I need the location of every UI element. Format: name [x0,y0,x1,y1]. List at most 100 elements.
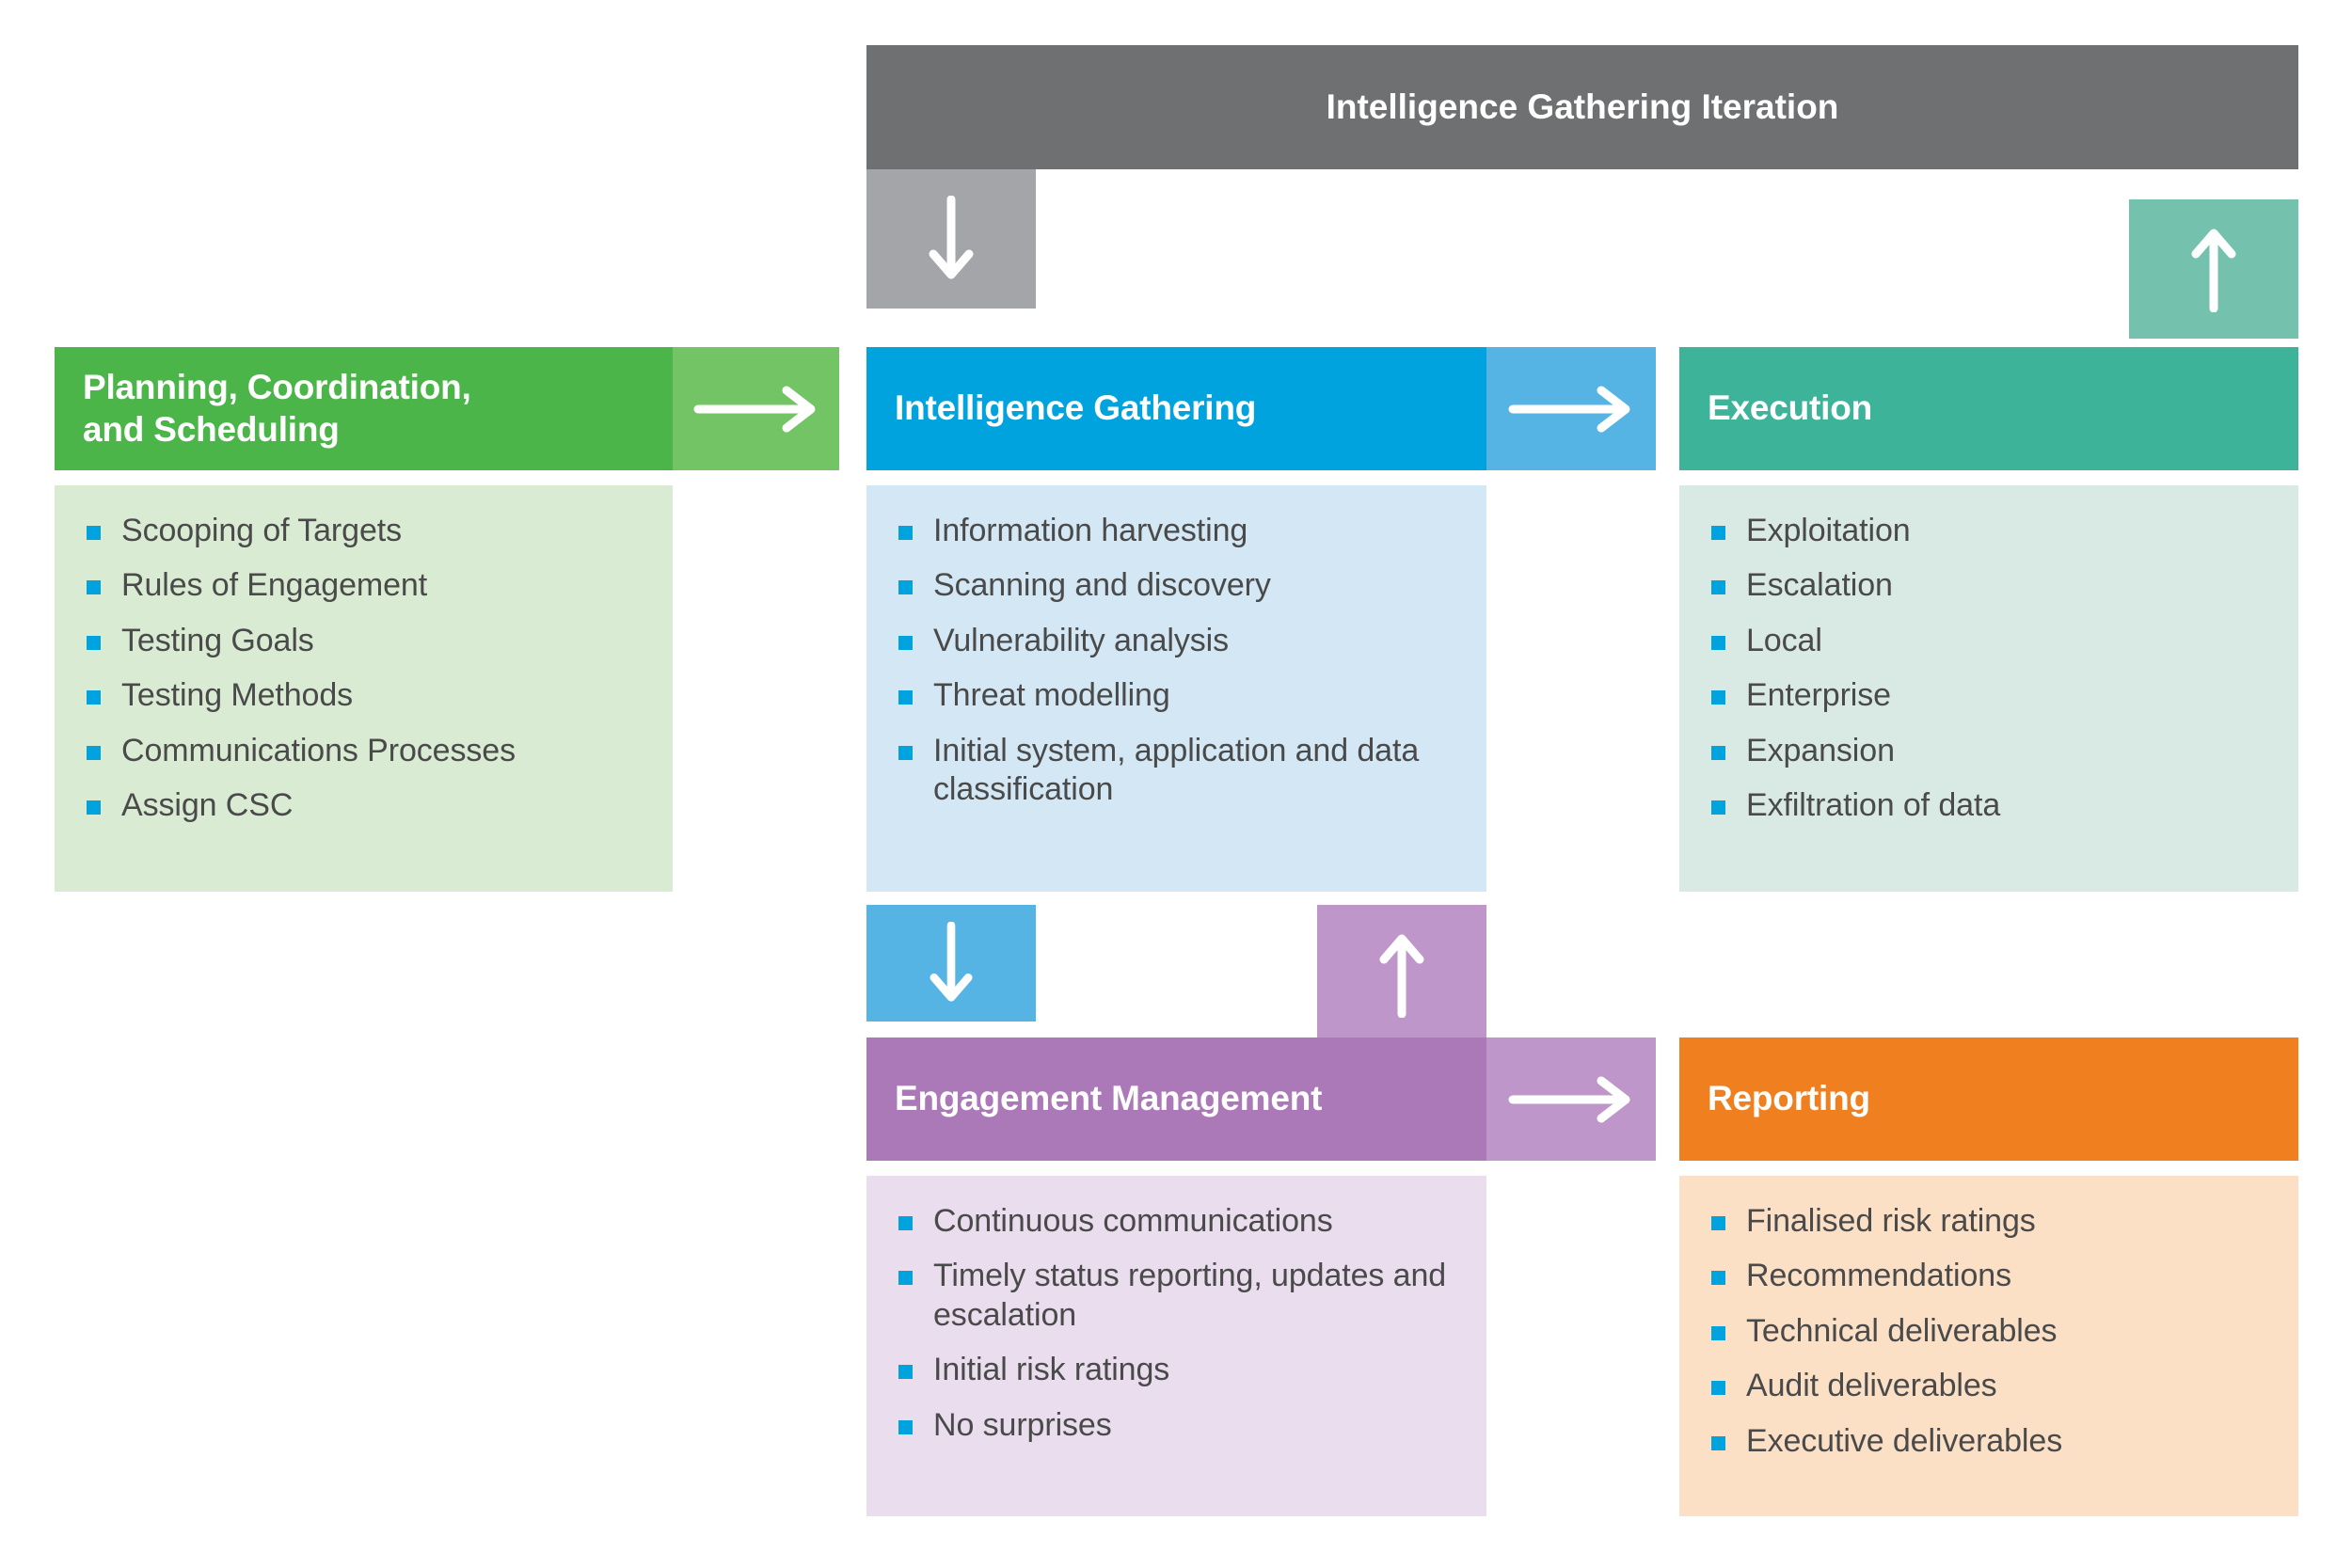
bullet-square-icon [898,745,913,760]
arrow-down-icon [930,922,973,1002]
connector-blue-down [866,905,1036,1022]
arrow-right-icon [1508,386,1630,432]
phase-header-engagement-management: Engagement Management [866,1037,1486,1161]
bullet-square-icon [87,800,101,816]
list-item-label: Vulnerability analysis [933,622,1230,658]
bullet-square-icon [898,580,913,595]
list-item-label: Executive deliverables [1746,1422,2063,1459]
list-item: Technical deliverables [1711,1312,2274,1351]
list-item-label: Escalation [1746,567,1893,604]
list-item: Local [1711,622,2274,660]
list-item: Audit deliverables [1711,1367,2274,1405]
list-item: Exploitation [1711,512,2274,550]
list-item-label: Audit deliverables [1746,1368,1997,1404]
phase-body-execution: Exploitation Escalation Local Enterprise Exp… [1679,485,2298,892]
bullet-square-icon [1711,526,1725,540]
list-item-label: Information harvesting [933,513,1248,548]
phase-arrow-intelligence-gathering [1486,347,1656,470]
phase-header-planning: Planning, Coordination, and Scheduling [55,347,673,470]
phase-header-intelligence-gathering: Intelligence Gathering [866,347,1486,470]
list-item: Rules of Engagement [87,566,648,605]
bullet-square-icon [1711,690,1725,705]
bullet-square-icon [1711,1271,1725,1286]
list-item-label: Technical deliverables [1746,1312,2058,1349]
phase-body-reporting: Finalised risk ratings Recommendations Tec… [1679,1176,2298,1516]
phase-arrow-planning [673,347,839,470]
bullet-square-icon [87,745,101,760]
phase-title-engagement-management: Engagement Management [895,1079,1323,1118]
list-item-label: Local [1746,622,1822,658]
bullet-square-icon [87,580,101,595]
list-item-label: No surprises [933,1406,1112,1443]
phase-arrow-engagement-management [1486,1037,1656,1161]
list-item: Expansion [1711,732,2274,770]
phase-title-intelligence-gathering: Intelligence Gathering [895,388,1257,428]
bullet-square-icon [1711,800,1725,816]
list-item: No surprises [898,1406,1462,1445]
list-item: Information harvesting [898,512,1462,550]
connector-grey-down [866,169,1036,309]
arrow-right-icon [1508,1076,1630,1122]
list-item: Timely status reporting, updates and esc… [898,1257,1462,1335]
bullet-square-icon [1711,745,1725,760]
bullet-square-icon [898,635,913,650]
list-item: Vulnerability analysis [898,622,1462,660]
bullet-square-icon [898,1365,913,1380]
list-item: Communications Processes [87,732,648,770]
list-item: Continuous communications [898,1202,1462,1241]
list-item: Escalation [1711,566,2274,605]
bullet-square-icon [1711,1325,1725,1340]
phase-header-reporting: Reporting [1679,1037,2298,1161]
phase-body-planning: Scooping of Targets Rules of Engagement Te… [55,485,673,892]
connector-teal-up [2129,199,2298,339]
list-item-label: Expansion [1746,732,1895,768]
arrow-up-icon [1379,934,1424,1018]
bullet-square-icon [1711,580,1725,595]
list-item-label: Scanning and discovery [933,567,1271,604]
list-item-label: Testing Methods [121,677,354,714]
list-item-label: Threat modelling [933,677,1170,714]
list-item-label: Recommendations [1746,1258,2011,1294]
list-item: Threat modelling [898,676,1462,715]
phase-body-intelligence-gathering: Information harvesting Scanning and disco… [866,485,1486,892]
list-item-label: Initial risk ratings [933,1352,1170,1388]
phase-title-planning: Planning, Coordination, and Scheduling [83,368,471,449]
arrow-down-icon [929,196,974,279]
arrow-up-icon [2191,229,2236,312]
list-item-label: Enterprise [1746,677,1891,714]
list-item-label: Initial system, application and data cla… [933,732,1420,808]
diagram-canvas: Intelligence Gathering Iteration Plannin… [0,0,2352,1568]
list-item-label: Scooping of Targets [121,513,403,548]
list-item-label: Continuous communications [933,1203,1333,1239]
list-item-label: Exfiltration of data [1746,787,2001,824]
list-item-label: Timely status reporting, updates and esc… [933,1258,1447,1333]
bullet-square-icon [898,1216,913,1230]
bullet-square-icon [898,1271,913,1286]
list-item: Finalised risk ratings [1711,1202,2274,1241]
list-item-label: Assign CSC [121,787,294,824]
list-item: Recommendations [1711,1257,2274,1295]
phase-title-execution: Execution [1708,388,1873,428]
bullet-square-icon [1711,1381,1725,1396]
bullet-square-icon [898,1419,913,1434]
phase-title-reporting: Reporting [1708,1079,1870,1118]
iteration-banner: Intelligence Gathering Iteration [866,45,2298,169]
arrow-right-icon [693,386,815,432]
list-item: Assign CSC [87,786,648,825]
list-item: Testing Methods [87,676,648,715]
list-item: Initial risk ratings [898,1351,1462,1389]
list-item-label: Testing Goals [121,622,314,658]
phase-body-engagement-management: Continuous communications Timely status r… [866,1176,1486,1516]
list-item: Scooping of Targets [87,512,648,550]
bullet-square-icon [87,690,101,705]
bullet-square-icon [898,526,913,540]
list-item-label: Communications Processes [121,732,516,768]
bullet-square-icon [87,526,101,540]
bullet-square-icon [1711,1435,1725,1450]
list-item-label: Finalised risk ratings [1746,1203,2036,1239]
list-item: Executive deliverables [1711,1422,2274,1461]
list-item: Exfiltration of data [1711,786,2274,825]
phase-header-execution: Execution [1679,347,2298,470]
list-item-label: Exploitation [1746,513,1911,548]
bullet-square-icon [898,690,913,705]
